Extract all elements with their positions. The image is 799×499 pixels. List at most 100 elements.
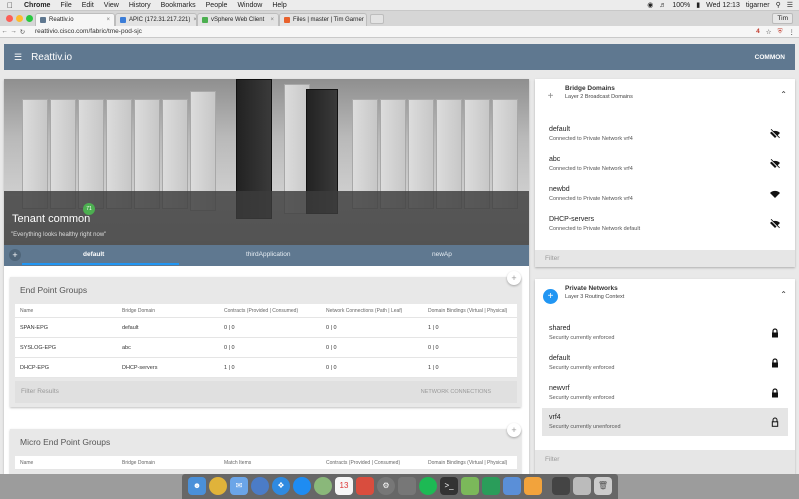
- col-name[interactable]: Name: [20, 460, 33, 466]
- col-bridge-domain[interactable]: Bridge Domain: [122, 460, 155, 466]
- new-tab-button[interactable]: [370, 14, 384, 24]
- add-micro-epg-button[interactable]: +: [507, 423, 521, 437]
- menu-people[interactable]: People: [206, 2, 228, 9]
- profile-button[interactable]: Tim: [772, 13, 793, 24]
- mail-icon[interactable]: ✉: [230, 477, 248, 495]
- table-row[interactable]: SYSLOG-EPG abc 0 | 0 0 | 0 0 | 0: [15, 338, 517, 358]
- col-name[interactable]: Name: [20, 308, 33, 314]
- cell-name: SPAN-EPG: [20, 324, 49, 331]
- star-icon[interactable]: ☆: [766, 28, 772, 36]
- private-networks-header[interactable]: + Private Networks Layer 3 Routing Conte…: [535, 279, 795, 314]
- add-private-network-icon[interactable]: +: [543, 289, 558, 304]
- bridge-domain-item[interactable]: abc Connected to Private Network vrf4: [542, 150, 788, 178]
- add-epg-button[interactable]: +: [507, 271, 521, 285]
- bridge-domain-item[interactable]: DHCP-servers Connected to Private Networ…: [542, 210, 788, 238]
- trash-icon[interactable]: 🗑: [594, 477, 612, 495]
- downloads-icon[interactable]: [573, 477, 591, 495]
- menu-view[interactable]: View: [104, 2, 119, 9]
- menu-edit[interactable]: Edit: [82, 2, 94, 9]
- tab-default[interactable]: default: [83, 251, 104, 258]
- filter-results-input[interactable]: Filter Results: [21, 388, 59, 395]
- col-bridge-domain[interactable]: Bridge Domain: [122, 308, 155, 314]
- menu-window[interactable]: Window: [237, 2, 262, 9]
- col-domain-bindings[interactable]: Domain Bindings (Virtual | Physical): [428, 308, 507, 314]
- wifi-status-icon[interactable]: ◉: [647, 1, 653, 9]
- search-icon[interactable]: ⚲: [776, 1, 781, 9]
- menu-history[interactable]: History: [129, 2, 151, 9]
- url-input[interactable]: reattivio.cisco.com/fabric/tme-pod-sjc: [35, 28, 142, 35]
- clock[interactable]: Wed 12:13: [706, 2, 740, 9]
- private-network-item[interactable]: shared Security currently enforced: [542, 319, 788, 347]
- extension-badge[interactable]: 4: [756, 28, 760, 35]
- browser-tab-vsphere[interactable]: vSphere Web Client ×: [197, 13, 279, 26]
- col-domain-bindings[interactable]: Domain Bindings (Virtual | Physical): [428, 460, 507, 466]
- safari-icon[interactable]: ❖: [272, 477, 290, 495]
- add-application-button[interactable]: +: [9, 249, 21, 261]
- col-contracts[interactable]: Contracts (Provided | Consumed): [224, 308, 298, 314]
- forward-icon[interactable]: →: [9, 28, 18, 35]
- browser-tab-reattivio[interactable]: Reattiv.io ×: [35, 13, 115, 26]
- private-network-item[interactable]: vrf4 Security currently unenforced: [542, 408, 788, 436]
- apple-icon[interactable]: : [7, 1, 16, 10]
- app-icon[interactable]: [356, 477, 374, 495]
- col-network-connections[interactable]: Network Connections (Path | Leaf): [326, 308, 402, 314]
- item-desc: Connected to Private Network default: [549, 226, 641, 232]
- tab-newap[interactable]: newAp: [432, 251, 452, 258]
- menu-app-name[interactable]: Chrome: [24, 2, 50, 9]
- table-row[interactable]: SPAN-EPG default 0 | 0 0 | 0 1 | 0: [15, 318, 517, 338]
- chevron-up-icon[interactable]: ⌃: [780, 90, 787, 99]
- spotify-icon[interactable]: [419, 477, 437, 495]
- col-match-items[interactable]: Match Items: [224, 460, 251, 466]
- private-network-item[interactable]: default Security currently enforced: [542, 349, 788, 377]
- reload-icon[interactable]: ↻: [18, 28, 27, 36]
- app-icon[interactable]: [251, 477, 269, 495]
- battery-percent[interactable]: 100%: [672, 2, 690, 9]
- app-icon[interactable]: [482, 477, 500, 495]
- bridge-domains-filter[interactable]: Filter: [535, 250, 795, 267]
- browser-tab-apic[interactable]: APIC (172.31.217.221) ×: [115, 13, 197, 26]
- hamburger-icon[interactable]: ☰: [14, 52, 22, 63]
- maps-icon[interactable]: [314, 477, 332, 495]
- close-icon[interactable]: ×: [270, 17, 274, 23]
- battery-icon[interactable]: ▮: [696, 1, 700, 9]
- cell-contracts: 1 | 0: [224, 364, 235, 371]
- window-zoom-button[interactable]: [26, 15, 33, 22]
- chevron-up-icon[interactable]: ⌃: [780, 290, 787, 299]
- window-close-button[interactable]: [6, 15, 13, 22]
- tab-thirdapplication[interactable]: thirdApplication: [246, 251, 290, 258]
- volume-icon[interactable]: ♬: [659, 2, 666, 9]
- bridge-domains-header[interactable]: + Bridge Domains Layer 2 Broadcast Domai…: [535, 79, 795, 114]
- list-icon[interactable]: ☰: [787, 1, 793, 9]
- menu-file[interactable]: File: [60, 2, 71, 9]
- context-button[interactable]: COMMON: [755, 54, 785, 61]
- network-connections-button[interactable]: NETWORK CONNECTIONS: [421, 389, 491, 395]
- chrome-icon[interactable]: [209, 477, 227, 495]
- editor-icon[interactable]: [461, 477, 479, 495]
- menu-help[interactable]: Help: [272, 2, 286, 9]
- terminal-icon[interactable]: >_: [440, 477, 458, 495]
- back-icon[interactable]: ←: [0, 28, 9, 35]
- menu-bookmarks[interactable]: Bookmarks: [161, 2, 196, 9]
- app-icon[interactable]: [552, 477, 570, 495]
- table-row[interactable]: DHCP-EPG DHCP-servers 1 | 0 0 | 0 1 | 0: [15, 358, 517, 378]
- private-networks-filter[interactable]: Filter: [535, 450, 795, 474]
- finder-icon[interactable]: ☻: [188, 477, 206, 495]
- user-name[interactable]: tigarner: [746, 2, 770, 9]
- app-icon[interactable]: [398, 477, 416, 495]
- settings-icon[interactable]: ⚙: [377, 477, 395, 495]
- close-icon[interactable]: ×: [106, 17, 110, 23]
- app-icon[interactable]: [503, 477, 521, 495]
- messenger-icon[interactable]: [293, 477, 311, 495]
- browser-tab-files[interactable]: Files | master | Tim Garner ×: [279, 13, 367, 26]
- calendar-icon[interactable]: 13: [335, 477, 353, 495]
- bridge-domain-item[interactable]: newbd Connected to Private Network vrf4: [542, 180, 788, 208]
- add-bridge-domain-icon[interactable]: +: [543, 89, 558, 104]
- private-network-item[interactable]: newvrf Security currently enforced: [542, 379, 788, 407]
- epg-footer: Filter Results NETWORK CONNECTIONS: [15, 381, 517, 403]
- menu-icon[interactable]: ⋮: [789, 28, 796, 36]
- shield-icon[interactable]: ⛨: [778, 28, 783, 36]
- app-icon[interactable]: [524, 477, 542, 495]
- window-minimize-button[interactable]: [16, 15, 23, 22]
- bridge-domain-item[interactable]: default Connected to Private Network vrf…: [542, 120, 788, 148]
- col-contracts[interactable]: Contracts (Provided | Consumed): [326, 460, 400, 466]
